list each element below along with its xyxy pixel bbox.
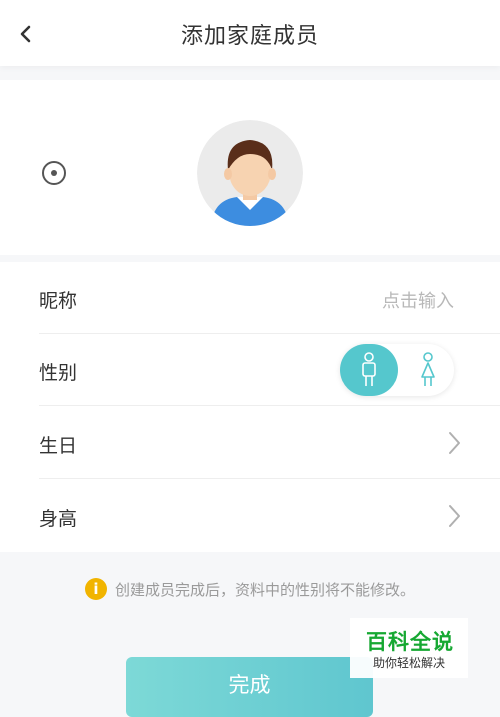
watermark-subtitle: 助你轻松解决 (373, 656, 446, 670)
member-form: 昵称 点击输入 性别 生日 身高 (0, 262, 500, 552)
gender-male-option[interactable] (340, 344, 398, 396)
female-person-icon (421, 352, 435, 386)
avatar[interactable] (197, 120, 303, 226)
height-label: 身高 (39, 508, 78, 530)
watermark-title: 百科全说 (366, 630, 454, 654)
top-bar: 添加家庭成员 (0, 0, 500, 66)
watermark-logo: 百科全说 助你轻松解决 (350, 618, 468, 678)
notice: i 创建成员完成后，资料中的性别将不能修改。 (0, 578, 500, 604)
page-title: 添加家庭成员 (180, 24, 319, 49)
gender-label: 性别 (39, 362, 78, 384)
gender-toggle[interactable] (340, 344, 454, 396)
birthday-label: 生日 (39, 435, 78, 457)
nickname-input[interactable]: 点击输入 (382, 287, 454, 313)
male-person-icon (362, 352, 376, 386)
done-button[interactable]: 完成 (126, 657, 373, 717)
nickname-row[interactable]: 昵称 点击输入 (39, 262, 500, 334)
camera-icon[interactable] (25, 149, 83, 195)
birthday-row[interactable]: 生日 (39, 407, 500, 479)
info-icon: i (84, 578, 107, 600)
height-row[interactable]: 身高 (39, 480, 500, 552)
gender-row: 性别 (39, 334, 500, 406)
avatar-section (0, 80, 500, 255)
default-avatar-icon (197, 120, 303, 226)
chevron-right-icon (449, 505, 460, 527)
notice-text: 创建成员完成后，资料中的性别将不能修改。 (114, 580, 415, 599)
nickname-label: 昵称 (39, 290, 78, 312)
gender-female-option[interactable] (402, 344, 454, 396)
chevron-right-icon (449, 432, 460, 454)
